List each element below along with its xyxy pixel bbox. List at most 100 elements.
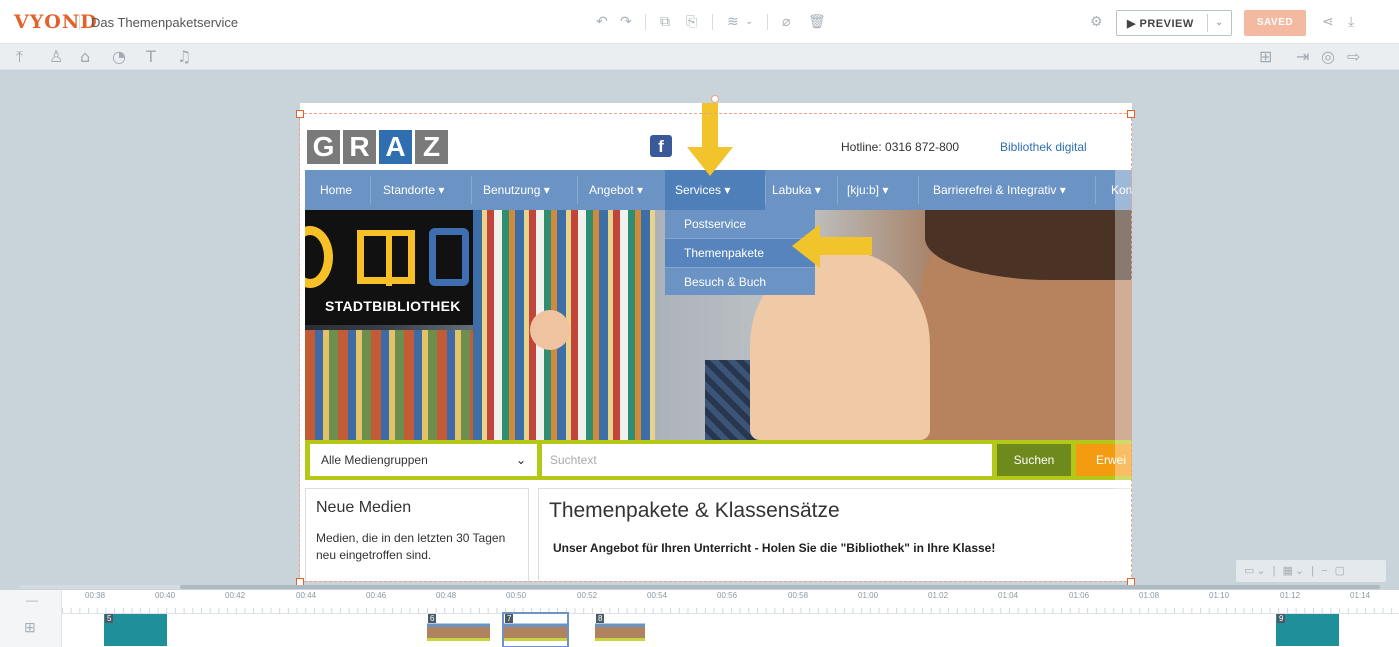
scene-layout-icon[interactable]: ⊞: [1259, 47, 1272, 67]
character-icon[interactable]: ♙: [49, 47, 63, 67]
new-media-title[interactable]: Neue Medien: [316, 499, 518, 517]
audio-icon[interactable]: ♫: [177, 47, 191, 67]
media-group-select[interactable]: Alle Mediengruppen ⌄: [310, 444, 537, 476]
resize-handle[interactable]: [296, 110, 304, 118]
zoom-controls[interactable]: ▭⌄ | ▦⌄ | − ▢: [1236, 560, 1386, 582]
layers-icon[interactable]: ≋: [727, 13, 739, 31]
asset-toolbar: ⤒ ♙ ⌂ ◔ T ♫ ⊞ ⇥ ◎ ⇨: [0, 44, 1399, 70]
divider: [1095, 176, 1096, 204]
scene-thumbnail[interactable]: 9: [1276, 614, 1339, 646]
zoom-out-icon[interactable]: —: [26, 593, 38, 607]
rotate-handle[interactable]: [711, 95, 719, 103]
divider: [577, 176, 578, 204]
scene-number: 9: [1277, 614, 1286, 623]
redo-icon[interactable]: ↷: [620, 13, 632, 31]
nav-barrierefrei[interactable]: Barrierefrei & Integrativ ▾: [923, 170, 1076, 210]
facebook-icon[interactable]: f: [650, 135, 672, 157]
new-media-box: Neue Medien Medien, die in den letzten 3…: [305, 488, 529, 581]
time-tick: 00:46: [366, 591, 387, 600]
arrow-left-icon[interactable]: [792, 224, 872, 268]
nav-labuka[interactable]: Labuka ▾: [762, 170, 831, 210]
nav-benutzung[interactable]: Benutzung ▾: [473, 170, 560, 210]
time-tick: 00:38: [85, 591, 106, 600]
nav-standorte[interactable]: Standorte ▾: [373, 170, 454, 210]
bibliothek-digital-link[interactable]: Bibliothek digital: [1000, 140, 1087, 154]
time-tick: 01:14: [1350, 591, 1371, 600]
time-tick: 00:50: [506, 591, 527, 600]
stadtbibliothek-label: STADTBIBLIOTHEK: [325, 298, 461, 314]
undo-icon[interactable]: ↶: [596, 13, 608, 31]
search-button[interactable]: Suchen: [997, 444, 1071, 476]
enter-icon[interactable]: ⇥: [1296, 47, 1309, 67]
paste-icon[interactable]: ⎘: [686, 13, 697, 31]
time-tick: 00:40: [155, 591, 176, 600]
scrollbar-thumb[interactable]: [180, 585, 1380, 589]
time-tick: 00:48: [436, 591, 457, 600]
graz-letter: G: [307, 130, 340, 164]
play-icon: ▶: [1127, 18, 1140, 30]
preview-dropdown-icon[interactable]: ⌄: [1207, 14, 1231, 32]
page-heading: Themenpakete & Klassensätze: [549, 499, 840, 522]
graz-letter: A: [379, 130, 412, 164]
divider: [767, 14, 768, 30]
chart-icon[interactable]: ◔: [112, 47, 126, 67]
hand-image: [530, 310, 570, 350]
download-icon[interactable]: ⤓: [1348, 13, 1354, 31]
time-tick: 00:42: [225, 591, 246, 600]
scene-thumbnail[interactable]: 8: [595, 614, 645, 646]
exit-icon[interactable]: ⇨: [1347, 47, 1360, 67]
text-icon[interactable]: T: [146, 47, 156, 67]
preview-button[interactable]: ▶ PREVIEW ⌄: [1116, 10, 1232, 36]
nav-home[interactable]: Home: [310, 170, 362, 210]
time-tick: 00:52: [577, 591, 598, 600]
scene-number: 7: [505, 614, 514, 623]
time-tick: 00:58: [788, 591, 809, 600]
time-tick: 00:56: [717, 591, 738, 600]
dropdown-item-besuch-buch[interactable]: Besuch & Buch: [665, 268, 815, 297]
chevron-down-icon[interactable]: ⌄: [745, 13, 753, 31]
vyond-logo[interactable]: VYOND: [14, 11, 98, 33]
trash-icon[interactable]: 🗑: [808, 13, 826, 31]
page-subheading: Unser Angebot für Ihren Unterricht - Hol…: [553, 541, 996, 555]
scene-thumbnail-selected[interactable]: 7: [502, 612, 569, 647]
settings-icon[interactable]: ⚙: [1090, 13, 1103, 31]
upload-icon[interactable]: ⤒: [16, 47, 23, 67]
scene-thumbnail[interactable]: 5: [104, 614, 167, 646]
scene-number: 8: [596, 614, 605, 623]
preview-label: PREVIEW: [1139, 18, 1194, 30]
divider: [645, 14, 646, 30]
share-icon[interactable]: ⋖: [1322, 13, 1334, 31]
brush-icon[interactable]: ⌀: [782, 13, 790, 31]
graz-logo[interactable]: G R A Z: [307, 130, 448, 164]
scene-stage[interactable]: G R A Z f Hotline: 0316 872-800 Biblioth…: [300, 103, 1132, 581]
time-tick: 00:44: [296, 591, 317, 600]
search-input[interactable]: Suchtext: [542, 444, 992, 476]
time-tick: 01:12: [1280, 591, 1301, 600]
scene-thumbnail[interactable]: 6: [427, 614, 490, 646]
document-title[interactable]: Das Themenpaketservice: [91, 15, 238, 30]
new-media-text: Medien, die in den letzten 30 Tagen neu …: [316, 531, 506, 562]
scene-number: 6: [428, 614, 437, 623]
audio-wave-icon[interactable]: ◎: [1321, 47, 1335, 67]
themenpakete-box: Themenpakete & Klassensätze Unser Angebo…: [538, 488, 1132, 581]
chevron-down-icon: ⌄: [515, 453, 526, 467]
divider: [712, 14, 713, 30]
nav-kjub[interactable]: [kju:b] ▾: [837, 170, 898, 210]
scene-grid-icon[interactable]: ⊞: [24, 619, 36, 636]
arrow-down-icon[interactable]: [685, 103, 735, 177]
saved-button[interactable]: SAVED: [1244, 10, 1306, 36]
divider: [918, 176, 919, 204]
divider: [370, 176, 371, 204]
time-tick: 01:10: [1209, 591, 1230, 600]
copy-icon[interactable]: ⧉: [660, 13, 670, 31]
prop-icon[interactable]: ⌂: [80, 47, 90, 67]
time-tick: 01:00: [858, 591, 879, 600]
timeline: — ⊞ 00:38 00:40 00:42 00:44 00:46 00:48 …: [0, 590, 1399, 647]
hotline-text: Hotline: 0316 872-800: [841, 140, 960, 154]
graz-letter: Z: [415, 130, 448, 164]
timeline-rail: — ⊞: [0, 590, 62, 647]
resize-handle[interactable]: [1127, 110, 1135, 118]
bookshelf-image: [305, 330, 473, 440]
time-tick: 01:06: [1069, 591, 1090, 600]
nav-angebot[interactable]: Angebot ▾: [579, 170, 653, 210]
